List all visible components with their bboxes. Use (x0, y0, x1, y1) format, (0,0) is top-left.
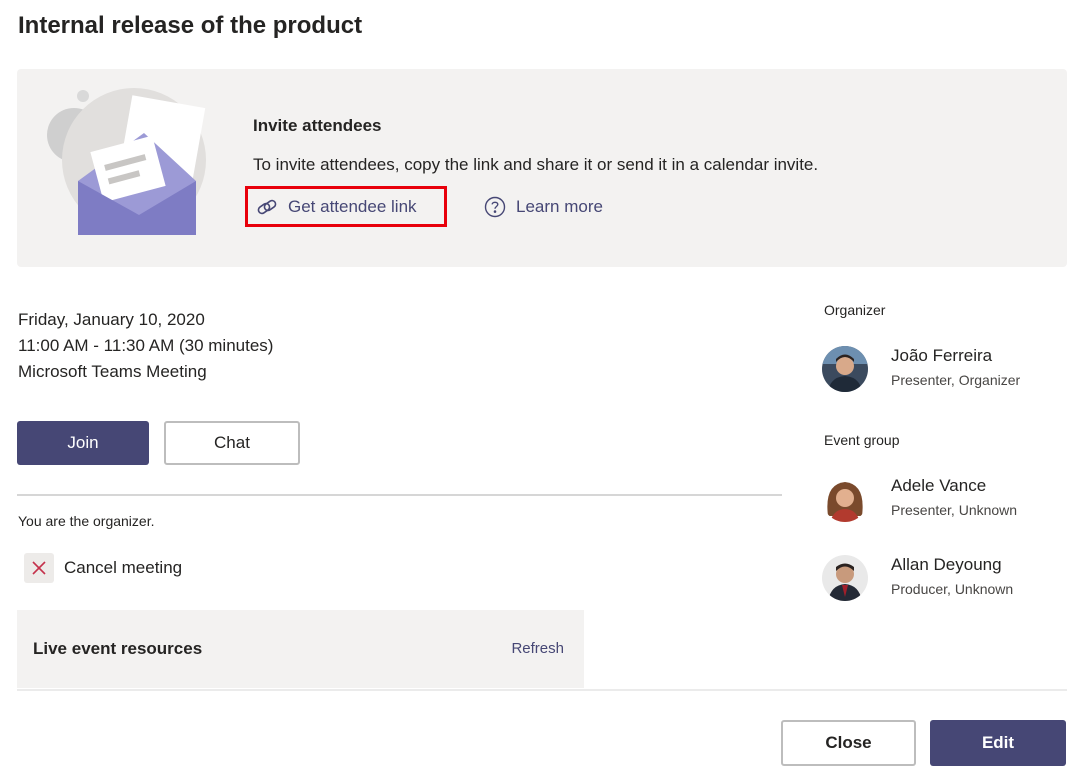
learn-more-link[interactable]: Learn more (484, 186, 603, 227)
edit-button[interactable]: Edit (930, 720, 1066, 766)
close-icon (24, 553, 54, 583)
member-name: Allan Deyoung (891, 555, 1002, 574)
invite-heading: Invite attendees (253, 116, 382, 135)
get-attendee-link-button[interactable]: Get attendee link (245, 186, 447, 227)
organizer-role: Presenter, Organizer (891, 372, 1021, 388)
meeting-type: Microsoft Teams Meeting (18, 362, 207, 381)
chat-button[interactable]: Chat (164, 421, 300, 465)
event-group-member[interactable]: Allan Deyoung Producer, Unknown (822, 555, 1062, 605)
meeting-date: Friday, January 10, 2020 (18, 310, 205, 329)
footer-divider (17, 689, 1067, 691)
avatar (822, 476, 868, 522)
organizer-label: Organizer (824, 302, 886, 318)
page-title: Internal release of the product (18, 12, 363, 39)
help-circle-icon (484, 196, 506, 218)
member-role: Presenter, Unknown (891, 502, 1018, 518)
link-icon (256, 196, 278, 218)
invite-envelope-illustration (47, 88, 206, 235)
invite-description: To invite attendees, copy the link and s… (253, 155, 819, 174)
learn-more-label: Learn more (516, 196, 603, 216)
meeting-time: 11:00 AM - 11:30 AM (30 minutes) (18, 336, 274, 355)
live-event-resources-panel: Live event resources Refresh (17, 610, 584, 688)
organizer-name: João Ferreira (891, 346, 993, 365)
member-name: Adele Vance (891, 476, 987, 495)
meeting-details: Friday, January 10, 2020 11:00 AM - 11:3… (18, 307, 273, 385)
event-group-member[interactable]: Adele Vance Presenter, Unknown (822, 476, 1062, 526)
member-role: Producer, Unknown (891, 581, 1014, 597)
join-button[interactable]: Join (17, 421, 149, 465)
live-event-resources-title: Live event resources (33, 639, 203, 658)
get-attendee-link-label: Get attendee link (288, 196, 417, 216)
organizer-person[interactable]: João Ferreira Presenter, Organizer (822, 346, 1062, 396)
refresh-link[interactable]: Refresh (511, 640, 564, 657)
avatar (822, 555, 868, 601)
avatar (822, 346, 868, 392)
organizer-note: You are the organizer. (18, 513, 155, 529)
close-button[interactable]: Close (781, 720, 916, 766)
event-group-label: Event group (824, 432, 900, 448)
section-divider (17, 494, 782, 496)
cancel-meeting-label: Cancel meeting (64, 558, 183, 577)
cancel-meeting-button[interactable]: Cancel meeting (24, 553, 182, 583)
